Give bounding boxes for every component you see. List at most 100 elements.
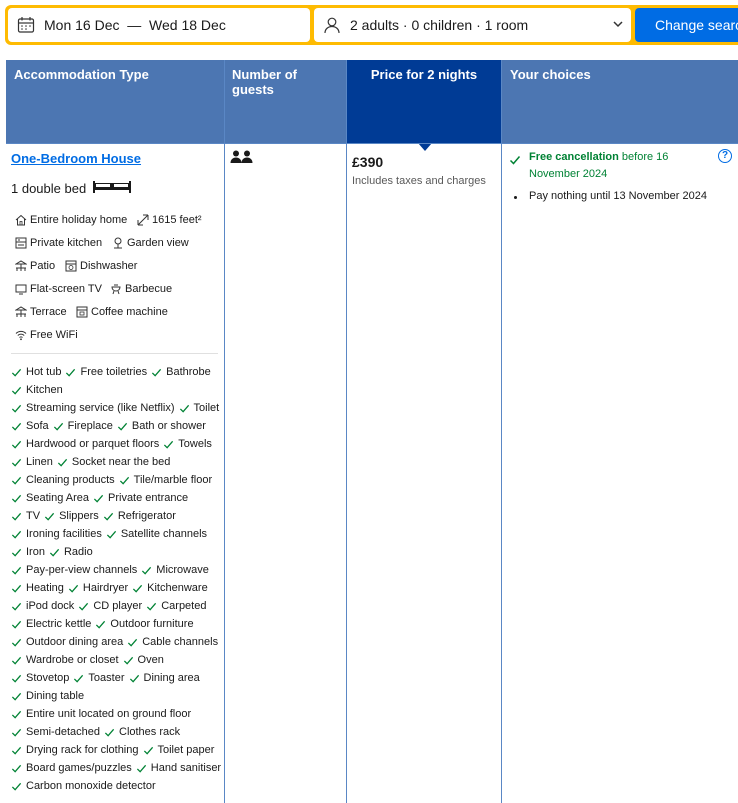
facility-item: Entire holiday home bbox=[15, 214, 127, 226]
facility-item: Patio bbox=[15, 260, 55, 272]
amenity-line: Ironing facilities Satellite channels bbox=[11, 525, 221, 543]
amenity-label: Fireplace bbox=[67, 420, 113, 432]
amenity-item: Outdoor dining area bbox=[11, 636, 123, 648]
check-icon bbox=[128, 638, 138, 647]
facilities-divider bbox=[11, 353, 218, 354]
check-icon bbox=[104, 728, 115, 737]
amenity-item: Kitchenware bbox=[132, 582, 208, 594]
amenity-label: Streaming service (like Netflix) bbox=[26, 402, 175, 414]
check-icon bbox=[11, 368, 22, 377]
check-icon bbox=[152, 368, 162, 377]
facility-label: Flat-screen TV bbox=[30, 283, 102, 295]
check-icon bbox=[123, 656, 133, 665]
amenity-label: Cleaning products bbox=[26, 474, 115, 486]
barbecue-icon bbox=[111, 284, 121, 295]
check-icon bbox=[136, 764, 146, 773]
amenity-item: Dining area bbox=[129, 672, 200, 684]
check-icon bbox=[129, 674, 139, 683]
amenity-label: Seating Area bbox=[26, 492, 89, 504]
calendar-icon bbox=[16, 15, 36, 35]
amenity-item: Satellite channels bbox=[106, 528, 207, 540]
check-icon bbox=[11, 656, 22, 665]
amenity-line: Carbon monoxide detector bbox=[11, 777, 221, 795]
amenity-item: Hand sanitiser bbox=[136, 762, 221, 774]
amenity-item: Seating Area bbox=[11, 492, 89, 504]
amenity-item: iPod dock bbox=[11, 600, 74, 612]
amenity-item: Pay-per-view channels bbox=[11, 564, 137, 576]
header-accommodation-type: Accommodation Type bbox=[14, 67, 149, 82]
amenity-item: TV bbox=[11, 510, 40, 522]
amenity-line: Linen Socket near the bed bbox=[11, 453, 221, 471]
amenity-label: Drying rack for clothing bbox=[26, 744, 139, 756]
amenity-item: Carpeted bbox=[146, 600, 206, 612]
amenity-label: Hot tub bbox=[26, 366, 62, 378]
header-price[interactable]: Price for 2 nights bbox=[347, 60, 501, 143]
amenity-label: Dining table bbox=[26, 690, 85, 702]
amenity-item: Tile/marble floor bbox=[119, 474, 212, 486]
check-icon bbox=[117, 422, 128, 431]
check-icon bbox=[103, 512, 113, 521]
check-icon bbox=[164, 440, 174, 449]
amenity-item: Free toiletries bbox=[65, 366, 147, 378]
check-icon bbox=[11, 620, 22, 629]
amenity-label: Kitchen bbox=[26, 384, 63, 396]
amenity-item: Heating bbox=[11, 582, 64, 594]
check-icon bbox=[53, 422, 63, 431]
amenity-item: Drying rack for clothing bbox=[11, 744, 139, 756]
amenity-item: Toaster bbox=[73, 672, 125, 684]
amenity-item: Cable channels bbox=[127, 636, 218, 648]
amenity-label: Stovetop bbox=[26, 672, 70, 684]
amenity-item: Refrigerator bbox=[103, 510, 176, 522]
dates-field[interactable]: Mon 16 Dec — Wed 18 Dec bbox=[8, 8, 310, 42]
amenity-label: Semi-detached bbox=[26, 726, 100, 738]
amenity-label: Iron bbox=[26, 546, 45, 558]
column-divider bbox=[346, 60, 347, 803]
check-icon bbox=[11, 584, 22, 593]
amenity-label: Refrigerator bbox=[117, 510, 176, 522]
amenity-item: Toilet paper bbox=[143, 744, 214, 756]
amenity-label: Bath or shower bbox=[131, 420, 206, 432]
bed-info: 1 double bed bbox=[11, 180, 132, 197]
room-name-link[interactable]: One-Bedroom House bbox=[11, 151, 141, 166]
amenity-line: Pay-per-view channels Microwave bbox=[11, 561, 221, 579]
check-icon bbox=[147, 602, 157, 611]
amenity-item: Microwave bbox=[141, 564, 209, 576]
amenity-item: Linen bbox=[11, 456, 53, 468]
price-amount: £390 bbox=[352, 154, 384, 170]
amenity-label: Hand sanitiser bbox=[150, 762, 222, 774]
check-icon bbox=[11, 512, 22, 521]
amenity-item: Dining table bbox=[11, 690, 84, 702]
amenity-label: Hardwood or parquet floors bbox=[26, 438, 160, 450]
check-icon bbox=[68, 584, 79, 593]
check-icon bbox=[57, 458, 68, 467]
dates-text: Mon 16 Dec — Wed 18 Dec bbox=[44, 17, 226, 33]
amenity-item: Radio bbox=[49, 546, 93, 558]
info-icon[interactable]: ? bbox=[718, 149, 732, 163]
facility-label: Free WiFi bbox=[30, 329, 78, 341]
amenity-item: Kitchen bbox=[11, 384, 63, 396]
amenity-line: Hardwood or parquet floors Towels bbox=[11, 435, 221, 453]
facility-label: Garden view bbox=[127, 237, 189, 249]
chevron-down-icon bbox=[611, 17, 625, 31]
amenity-item: Semi-detached bbox=[11, 726, 100, 738]
check-icon bbox=[11, 764, 22, 773]
amenity-line: Wardrobe or closet Oven bbox=[11, 651, 221, 669]
check-icon bbox=[106, 530, 116, 539]
amenity-item: Oven bbox=[123, 654, 164, 666]
check-icon bbox=[11, 404, 22, 413]
amenity-item: Socket near the bed bbox=[57, 456, 170, 468]
amenity-line: Semi-detached Clothes rack bbox=[11, 723, 221, 741]
change-search-button[interactable]: Change search bbox=[635, 8, 738, 42]
amenity-label: Sofa bbox=[26, 420, 49, 432]
amenity-item: Wardrobe or closet bbox=[11, 654, 119, 666]
occupancy-field[interactable]: 2 adults · 0 children · 1 room bbox=[314, 8, 631, 42]
facility-item: Coffee machine bbox=[76, 306, 168, 318]
check-icon bbox=[93, 494, 104, 503]
amenity-line: Drying rack for clothing Toilet paper bbox=[11, 741, 221, 759]
facility-label: Coffee machine bbox=[91, 306, 168, 318]
amenity-label: Kitchenware bbox=[147, 582, 208, 594]
amenity-item: Fireplace bbox=[53, 420, 113, 432]
coffee-machine-icon bbox=[76, 306, 88, 318]
check-icon bbox=[11, 728, 22, 737]
amenity-label: Carpeted bbox=[161, 600, 207, 612]
